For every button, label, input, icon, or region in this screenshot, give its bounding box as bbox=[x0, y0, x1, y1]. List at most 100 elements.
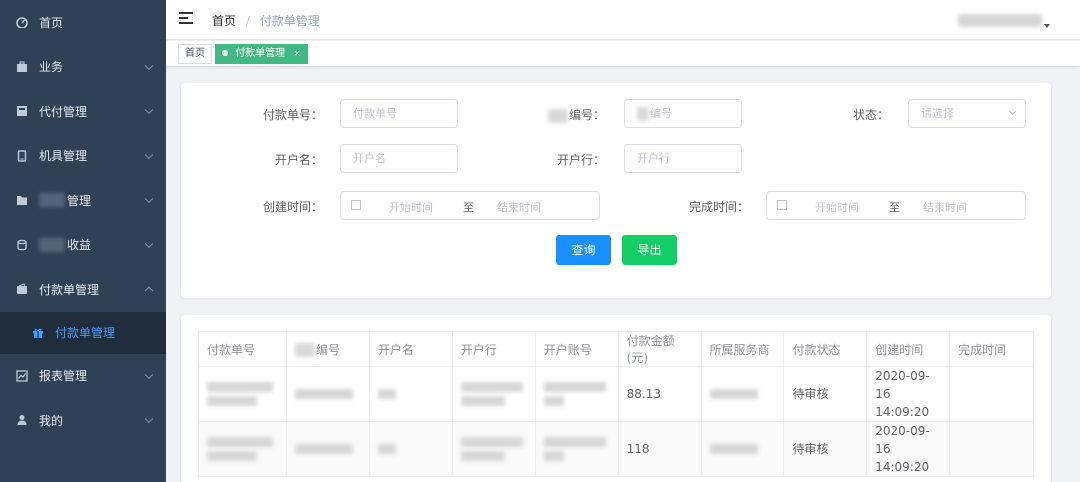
chevron-down-icon bbox=[144, 105, 154, 115]
chevron-down-icon bbox=[144, 370, 154, 379]
bank-cell bbox=[451, 421, 536, 477]
sidebar-item-reports[interactable]: 报表管理 bbox=[0, 354, 166, 399]
device-icon bbox=[16, 150, 28, 162]
col-header: 开户账号 bbox=[534, 331, 619, 367]
provider-cell bbox=[700, 421, 785, 477]
col-header: 付款单号 bbox=[198, 331, 287, 367]
chevron-down-icon bbox=[144, 150, 154, 159]
payment-orders-table: 付款单号 编号 开户名 开户行 开户账号 付款金额(元) 所属服务商 付款状态 … bbox=[198, 331, 1034, 477]
created-cell: 2020-09-16 14:09:20 bbox=[866, 421, 951, 477]
calendar-icon bbox=[351, 200, 361, 210]
tags-view: 首页 付款单管理 × bbox=[166, 41, 1080, 67]
start-date-placeholder: 开始时间 bbox=[815, 201, 859, 214]
sidebar-item-mine[interactable]: 我的 bbox=[0, 398, 166, 443]
sidebar-item-management[interactable]: 管理 bbox=[0, 178, 166, 223]
sidebar-subitem-payment-orders[interactable]: 付款单管理 bbox=[0, 311, 166, 354]
amount-cell: 118 bbox=[617, 421, 702, 477]
redacted-text bbox=[39, 193, 65, 208]
redacted-text bbox=[294, 343, 315, 357]
tag-label: 首页 bbox=[185, 48, 205, 59]
range-separator: 至 bbox=[463, 201, 474, 214]
account-name-cell bbox=[368, 366, 453, 422]
table-header-row: 付款单号 编号 开户名 开户行 开户账号 付款金额(元) 所属服务商 付款状态 … bbox=[198, 331, 1034, 367]
user-name-redacted[interactable] bbox=[958, 14, 1042, 27]
bank-input[interactable]: 开户行 bbox=[624, 144, 742, 173]
code-input[interactable]: 编号 bbox=[624, 99, 742, 128]
status-select[interactable]: 请选择 bbox=[908, 99, 1026, 128]
sidebar-item-label: 代付管理 bbox=[39, 104, 88, 119]
col-header: 付款金额(元) bbox=[617, 331, 702, 367]
sidebar-item-label: 业务 bbox=[39, 60, 64, 75]
order-no-input[interactable]: 付款单号 bbox=[340, 99, 458, 128]
redacted-text bbox=[39, 237, 65, 252]
end-date-placeholder: 结束时间 bbox=[497, 201, 541, 214]
order-no-placeholder: 付款单号 bbox=[353, 107, 397, 120]
col-header: 开户名 bbox=[368, 331, 453, 367]
order-no-cell bbox=[198, 366, 287, 422]
created-date-range[interactable]: 开始时间 至 结束时间 bbox=[340, 191, 600, 220]
table-panel: 付款单号 编号 开户名 开户行 开户账号 付款金额(元) 所属服务商 付款状态 … bbox=[181, 315, 1051, 482]
order-no-label: 付款单号： bbox=[262, 108, 323, 122]
sidebar-subitem-label: 付款单管理 bbox=[55, 326, 116, 340]
sidebar-item-label: 机具管理 bbox=[39, 149, 88, 164]
sidebar-item-home[interactable]: 首页 bbox=[0, 0, 166, 45]
bank-label: 开户行： bbox=[556, 153, 605, 167]
query-button[interactable]: 查询 bbox=[556, 235, 611, 265]
code-cell bbox=[285, 366, 370, 422]
breadcrumb-home[interactable]: 首页 bbox=[212, 14, 236, 28]
chevron-up-icon bbox=[144, 286, 154, 296]
code-label: 编号： bbox=[521, 106, 605, 123]
chevron-down-icon bbox=[144, 194, 154, 204]
table-row[interactable]: 118 待审核 2020-09-16 14:09:20 bbox=[198, 421, 1034, 477]
start-date-placeholder: 开始时间 bbox=[389, 201, 433, 214]
redacted-text bbox=[547, 108, 568, 123]
account-name-input[interactable]: 开户名 bbox=[340, 144, 458, 173]
completed-time-label: 完成时间： bbox=[688, 200, 749, 214]
col-header: 付款状态 bbox=[783, 331, 868, 367]
active-dot-icon bbox=[222, 50, 228, 56]
tag-payment-orders[interactable]: 付款单管理 × bbox=[215, 44, 308, 64]
bank-placeholder: 开户行 bbox=[637, 152, 670, 165]
completed-date-range[interactable]: 开始时间 至 结束时间 bbox=[766, 191, 1026, 220]
wallet-icon bbox=[16, 283, 28, 295]
range-separator: 至 bbox=[889, 201, 900, 214]
col-header: 所属服务商 bbox=[700, 331, 785, 367]
coins-icon bbox=[16, 239, 28, 251]
export-button[interactable]: 导出 bbox=[622, 235, 677, 265]
account-name-label: 开户名： bbox=[274, 153, 323, 167]
col-header: 编号 bbox=[285, 331, 370, 367]
sidebar-item-label: 收益 bbox=[67, 238, 92, 253]
chevron-down-icon bbox=[1008, 107, 1017, 116]
sidebar-item-label: 管理 bbox=[67, 193, 92, 208]
status-placeholder: 请选择 bbox=[921, 107, 954, 120]
order-no-cell bbox=[198, 421, 287, 477]
folder-icon bbox=[16, 194, 28, 206]
user-icon bbox=[16, 414, 28, 426]
completed-cell bbox=[949, 421, 1034, 477]
chevron-down-icon bbox=[144, 61, 154, 70]
search-panel: 付款单号： 付款单号 编号： 编号 状态： 请选择 开户名： 开户名 开户行： … bbox=[181, 83, 1051, 298]
sidebar-item-devices[interactable]: 机具管理 bbox=[0, 134, 166, 179]
account-name-cell bbox=[368, 421, 453, 477]
account-no-cell bbox=[534, 366, 619, 422]
col-header: 完成时间 bbox=[949, 331, 1034, 367]
status-cell: 待审核 bbox=[783, 366, 868, 422]
redacted-text bbox=[637, 107, 649, 121]
created-time-label: 创建时间： bbox=[262, 200, 323, 214]
gift-icon bbox=[32, 327, 44, 339]
tag-home[interactable]: 首页 bbox=[178, 44, 212, 64]
table-row[interactable]: 88.13 待审核 2020-09-16 14:09:20 bbox=[198, 366, 1034, 422]
sidebar-item-label: 报表管理 bbox=[39, 369, 88, 384]
close-icon[interactable]: × bbox=[293, 49, 301, 59]
hamburger-menu-icon[interactable] bbox=[179, 12, 193, 24]
chart-icon bbox=[16, 370, 28, 382]
sidebar-item-label: 首页 bbox=[39, 15, 64, 30]
sidebar-item-payment-orders[interactable]: 付款单管理 bbox=[0, 267, 166, 312]
provider-cell bbox=[700, 366, 785, 422]
sidebar-item-payment[interactable]: 代付管理 bbox=[0, 89, 166, 134]
caret-down-icon[interactable] bbox=[1044, 24, 1050, 28]
code-cell bbox=[285, 421, 370, 477]
sidebar-item-business[interactable]: 业务 bbox=[0, 45, 166, 90]
sidebar-item-earnings[interactable]: 收益 bbox=[0, 223, 166, 268]
amount-cell: 88.13 bbox=[617, 366, 702, 422]
